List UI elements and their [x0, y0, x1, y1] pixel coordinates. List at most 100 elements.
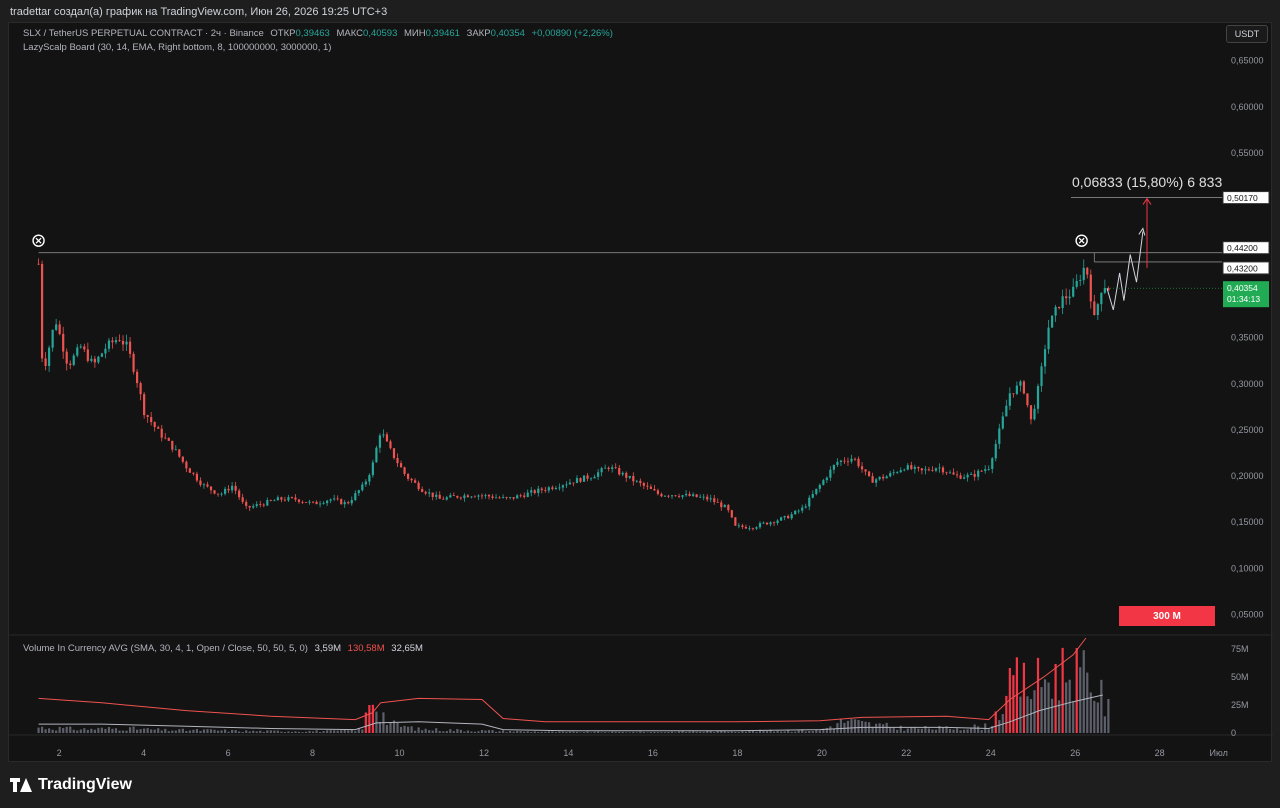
- volume-legend[interactable]: Volume In Currency AVG (SMA, 30, 4, 1, O…: [23, 643, 427, 654]
- candle-body: [955, 474, 959, 476]
- candle-body: [681, 495, 684, 497]
- volume-bar: [445, 731, 448, 733]
- volume-bar: [727, 731, 730, 733]
- candle-body: [512, 497, 515, 499]
- low-label: МИН: [404, 28, 426, 39]
- candle-body: [118, 340, 121, 341]
- volume-bar: [684, 732, 688, 733]
- volume-bar: [202, 729, 206, 733]
- candle-body: [618, 468, 621, 475]
- candle-body: [1100, 292, 1103, 305]
- volume-bar: [825, 727, 828, 733]
- indicator-name[interactable]: LazyScalp Board (30, 14, EMA, Right bott…: [23, 42, 331, 53]
- volume-bar: [575, 731, 579, 733]
- candle-body: [625, 472, 628, 478]
- volume-bar: [315, 730, 318, 733]
- candle-body: [83, 346, 86, 350]
- volume-bar: [174, 730, 177, 733]
- volume-bar: [579, 732, 582, 733]
- candle-body: [223, 488, 227, 494]
- volume-bar: [76, 730, 79, 733]
- volume-bar: [487, 730, 491, 733]
- candle-body: [1050, 315, 1054, 328]
- volume-bar: [920, 728, 923, 733]
- currency-button[interactable]: USDT: [1226, 25, 1268, 43]
- candle-body: [551, 487, 554, 489]
- volume-bar: [653, 731, 656, 733]
- candle-body: [494, 497, 498, 499]
- candle-body: [340, 499, 343, 505]
- candle-body: [86, 349, 89, 361]
- volume-axis-label: 50M: [1231, 672, 1249, 682]
- volume-bar: [1065, 682, 1068, 733]
- candle-body: [632, 475, 635, 482]
- volume-bar: [414, 730, 417, 733]
- candle-body: [424, 491, 427, 494]
- volume-bar: [396, 722, 399, 733]
- volume-bar: [1019, 696, 1022, 733]
- candle-body: [178, 449, 181, 457]
- volume-bar: [62, 728, 65, 733]
- volume-bar: [466, 730, 469, 733]
- volume-bar: [1082, 650, 1085, 733]
- volume-bar: [188, 730, 191, 733]
- candle-body: [797, 510, 800, 512]
- candle-body: [185, 461, 188, 469]
- tradingview-logo[interactable]: TradingView: [10, 776, 132, 794]
- candle-body: [832, 464, 835, 470]
- candle-body: [234, 485, 237, 491]
- volume-bar: [568, 731, 572, 733]
- volume-bar: [765, 730, 769, 733]
- volume-bar: [491, 730, 494, 733]
- chart-panel[interactable]: 0,650000,600000,550000,500000,450000,400…: [8, 22, 1273, 762]
- volume-bar: [424, 728, 427, 733]
- candle-body: [716, 501, 719, 503]
- volume-bar: [354, 731, 357, 733]
- candle-body: [741, 525, 744, 527]
- volume-indicator-name[interactable]: Volume In Currency AVG (SMA, 30, 4, 1, O…: [23, 643, 308, 654]
- candle-body: [677, 496, 681, 497]
- candle-body: [428, 492, 431, 494]
- candle-body: [660, 493, 663, 497]
- volume-bar: [146, 728, 149, 733]
- candle-body: [656, 490, 660, 494]
- price-axis-label: 0,55000: [1231, 148, 1264, 158]
- candle-body: [653, 488, 656, 491]
- volume-bar: [621, 731, 624, 733]
- candle-body: [1019, 381, 1022, 386]
- projection-path[interactable]: [1106, 231, 1144, 311]
- volume-bar: [565, 731, 568, 733]
- candle-body: [69, 363, 72, 366]
- candle-body: [304, 502, 308, 503]
- volume-bar: [734, 731, 737, 733]
- price-axis-label: 0,35000: [1231, 333, 1264, 343]
- volume-bar: [547, 731, 550, 733]
- volume-bar: [642, 732, 645, 733]
- candle-body: [104, 348, 107, 354]
- candle-body: [889, 473, 892, 477]
- indicator-legend[interactable]: LazyScalp Board (30, 14, EMA, Right bott…: [23, 42, 335, 53]
- volume-threshold-button[interactable]: 300 M: [1119, 606, 1215, 626]
- candle-body: [667, 495, 670, 497]
- volume-bar: [797, 730, 800, 733]
- volume-bar: [241, 731, 244, 733]
- candle-body: [913, 466, 916, 469]
- candle-body: [403, 467, 406, 474]
- volume-bar: [132, 726, 135, 733]
- volume-bar: [533, 731, 536, 733]
- volume-bar: [294, 731, 297, 733]
- candle-body: [846, 461, 850, 463]
- candle-body: [421, 489, 424, 492]
- volume-bar: [780, 731, 783, 733]
- time-axis-label: 28: [1155, 748, 1165, 758]
- candle-body: [734, 517, 737, 526]
- symbol-name[interactable]: SLX / TetherUS PERPETUAL CONTRACT · 2ч ·…: [23, 28, 264, 39]
- candle-body: [723, 505, 726, 508]
- volume-bar: [1061, 647, 1064, 733]
- candle-body: [51, 329, 54, 348]
- tradingview-logo-icon: [10, 778, 32, 792]
- candle-body: [709, 498, 712, 500]
- volume-bar: [347, 730, 350, 733]
- candle-body: [910, 465, 913, 469]
- volume-bar: [311, 731, 315, 733]
